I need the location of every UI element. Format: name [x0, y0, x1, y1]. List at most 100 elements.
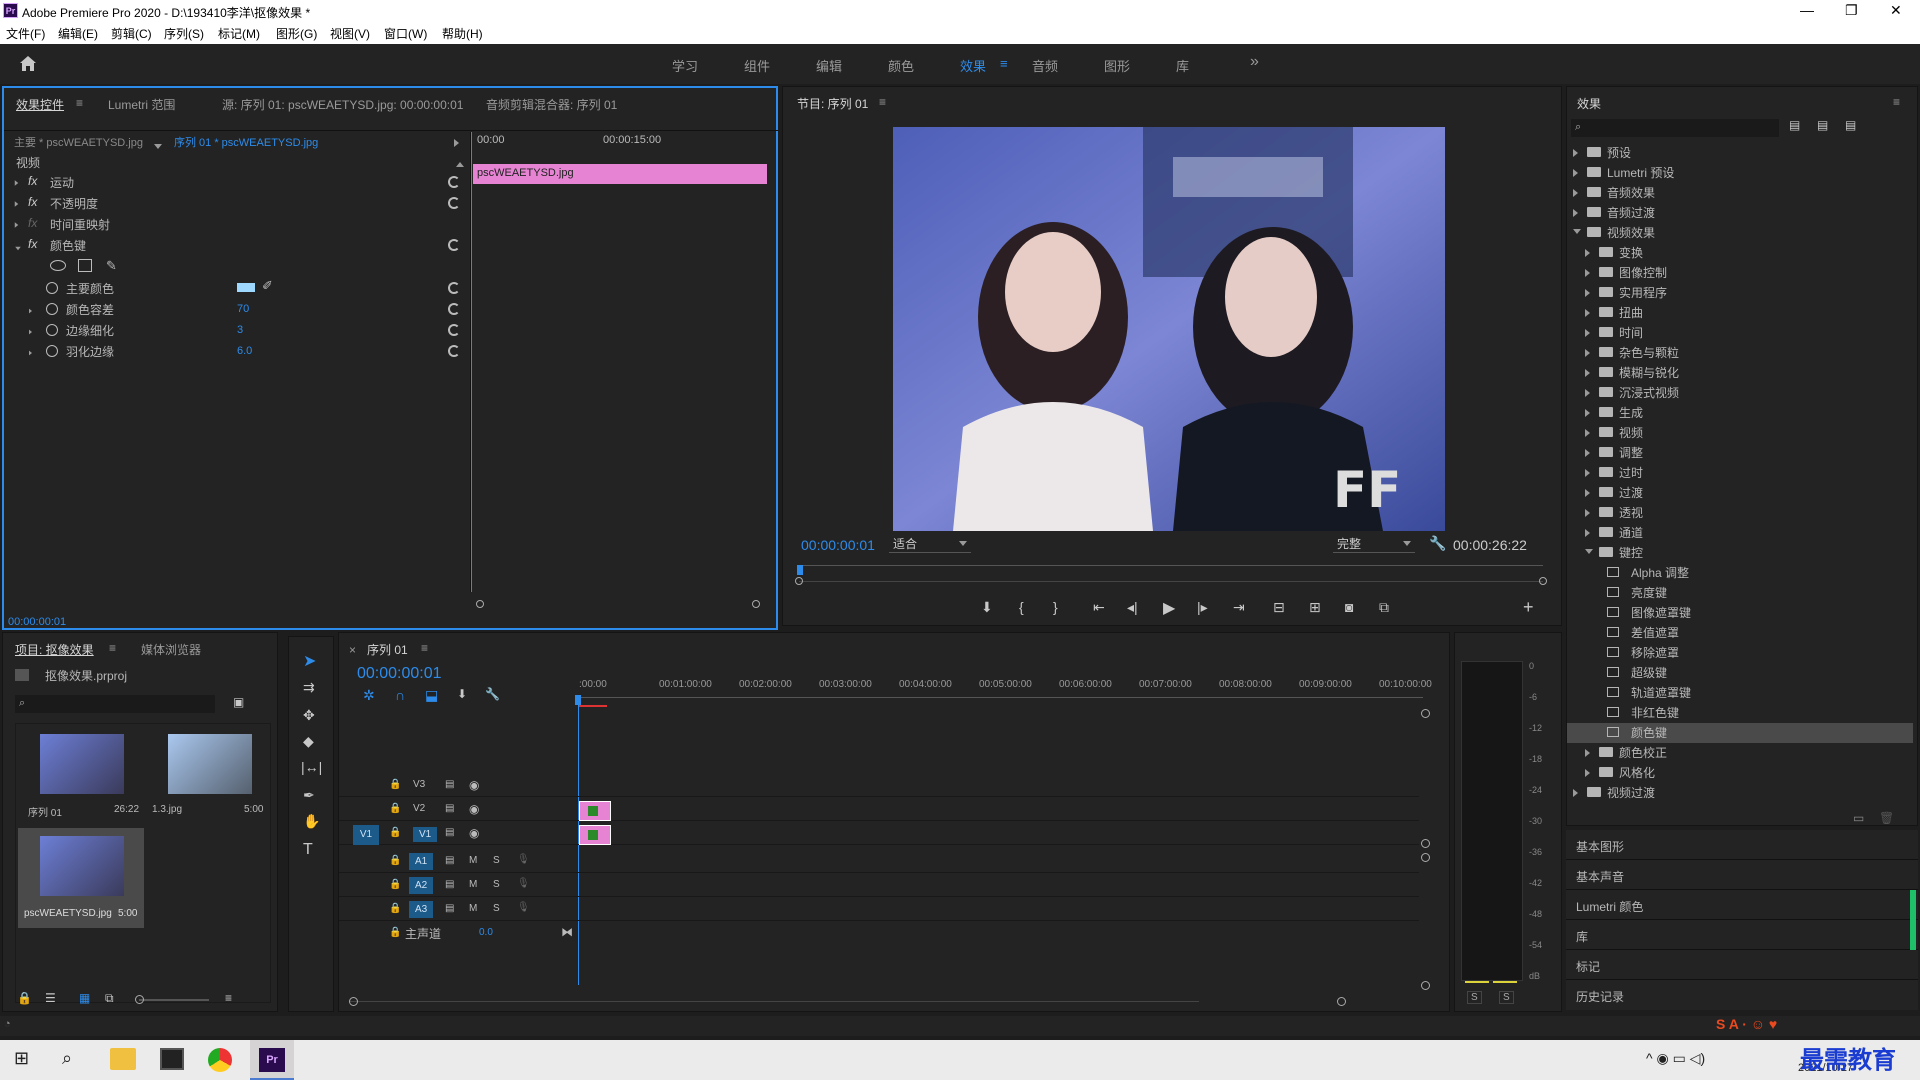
audio-track-target[interactable]: A1 — [409, 853, 434, 870]
clip-v2[interactable] — [579, 801, 611, 821]
delete-icon[interactable]: 🗑 — [1879, 811, 1894, 825]
menu-sequence[interactable]: 序列(S) — [164, 25, 204, 42]
clip-v1[interactable] — [579, 825, 611, 845]
linked-selection-icon[interactable]: ⬓ — [425, 687, 438, 704]
close-tab-icon[interactable]: × — [349, 643, 356, 657]
track-target[interactable]: V3 — [413, 779, 425, 790]
keying-effect[interactable]: 非红色键 — [1567, 703, 1913, 723]
video-effect-folder[interactable]: 扭曲 — [1567, 303, 1913, 323]
razor-icon[interactable]: ◆ — [303, 733, 314, 750]
sync-lock-icon[interactable]: ▤ — [445, 855, 454, 866]
menu-edit[interactable]: 编辑(E) — [58, 25, 98, 42]
lift-icon[interactable]: ⊟ — [1273, 599, 1285, 616]
workspace-graphics[interactable]: 图形 — [1104, 56, 1130, 75]
selection-tool-icon[interactable]: ➤ — [303, 651, 316, 671]
expand-icon[interactable] — [1585, 349, 1590, 357]
timeline-playhead-handle[interactable] — [575, 695, 581, 705]
keying-effect[interactable]: Alpha 调整 — [1567, 563, 1913, 583]
sync-lock-icon[interactable]: ▤ — [445, 827, 454, 838]
stopwatch-icon[interactable] — [46, 324, 58, 336]
collapse-icon[interactable] — [1573, 229, 1581, 234]
track-select-icon[interactable]: ⇉ — [303, 679, 315, 696]
panel-essential-sound[interactable]: 基本声音 — [1576, 868, 1624, 885]
expand-icon[interactable] — [1585, 749, 1590, 757]
keying-effect[interactable]: 超级键 — [1567, 663, 1913, 683]
expand-icon[interactable] — [1585, 289, 1590, 297]
timeline-ruler[interactable] — [577, 697, 1423, 698]
tab-effect-controls[interactable]: 效果控件 — [16, 96, 64, 113]
track-target[interactable]: V2 — [413, 803, 425, 814]
menu-view[interactable]: 视图(V) — [330, 25, 370, 42]
sync-lock-icon[interactable]: ▤ — [445, 903, 454, 914]
effects-search-input[interactable]: ⌕ — [1571, 119, 1779, 137]
stopwatch-icon[interactable] — [46, 282, 58, 294]
expand-icon[interactable] — [14, 180, 19, 186]
reset-icon[interactable] — [448, 239, 460, 251]
mini-clip-bar[interactable]: pscWEAETYSD.jpg — [473, 164, 767, 184]
tab-project[interactable]: 项目: 抠像效果 — [15, 641, 94, 658]
comparison-view-icon[interactable]: ⧉ — [1379, 599, 1389, 616]
panel-essential-graphics[interactable]: 基本图形 — [1576, 838, 1624, 855]
pen-mask-icon[interactable]: ✎ — [106, 258, 117, 274]
master-clip-label[interactable]: 主要 * pscWEAETYSD.jpg — [14, 134, 143, 150]
expand-icon[interactable] — [1585, 769, 1590, 777]
mute-button[interactable]: M — [469, 903, 477, 914]
workspace-assembly[interactable]: 组件 — [744, 56, 770, 75]
effects-title[interactable]: 效果 — [1577, 95, 1601, 112]
audio-track-target[interactable]: A2 — [409, 877, 434, 894]
expand-icon[interactable] — [1585, 269, 1590, 277]
effect-opacity[interactable]: 不透明度 — [50, 195, 98, 212]
windows-start-icon[interactable]: ⊞ — [14, 1048, 29, 1069]
v-scroll-handle[interactable] — [1421, 853, 1430, 862]
more-workspaces-icon[interactable]: » — [1250, 53, 1259, 71]
menu-markers[interactable]: 标记(M) — [218, 25, 260, 42]
expand-icon[interactable] — [1585, 529, 1590, 537]
mic-icon[interactable]: 🎙 — [517, 902, 530, 913]
reset-icon[interactable] — [448, 324, 460, 336]
reset-icon[interactable] — [448, 303, 460, 315]
reset-icon[interactable] — [448, 197, 460, 209]
video-frame[interactable]: FF — [893, 127, 1445, 531]
program-playhead[interactable] — [797, 565, 803, 575]
keying-effect[interactable]: 移除遮罩 — [1567, 643, 1913, 663]
expand-icon[interactable] — [1585, 369, 1590, 377]
lock-icon[interactable]: 🔒 — [389, 855, 401, 866]
zoom-bar[interactable] — [799, 581, 1543, 582]
zoom-slider[interactable] — [139, 999, 209, 1001]
sync-lock-icon[interactable]: ▤ — [445, 879, 454, 890]
h-scroll-handle[interactable] — [1337, 997, 1346, 1006]
program-title[interactable]: 节目: 序列 01 — [797, 95, 868, 112]
yuv-effects-icon[interactable]: ▤ — [1845, 118, 1856, 132]
play-only-icon[interactable] — [454, 139, 459, 147]
mini-timeline[interactable]: 00:00 00:00:15:00 pscWEAETYSD.jpg — [470, 132, 778, 592]
tab-media-browser[interactable]: 媒体浏览器 — [141, 641, 201, 658]
maximize-button[interactable]: ❐ — [1845, 2, 1858, 19]
expand-icon[interactable] — [1585, 329, 1590, 337]
time-ruler[interactable] — [799, 565, 1543, 566]
lock-icon[interactable]: 🔒 — [389, 827, 401, 838]
expand-icon[interactable] — [1573, 189, 1578, 197]
project-item[interactable]: 序列 01 26:22 — [18, 728, 142, 822]
master-end-icon[interactable]: ⧓ — [561, 925, 573, 939]
step-forward-icon[interactable]: |▸ — [1197, 599, 1208, 616]
program-menu-icon[interactable]: ≡ — [879, 95, 886, 109]
keying-effect[interactable]: 轨道遮罩键 — [1567, 683, 1913, 703]
workspace-libraries[interactable]: 库 — [1176, 56, 1189, 75]
photos-app-icon[interactable] — [160, 1048, 184, 1070]
expand-icon[interactable] — [1573, 169, 1578, 177]
eyedropper-icon[interactable]: ✐ — [262, 278, 273, 294]
fit-dropdown[interactable]: 适合 — [889, 535, 971, 553]
new-bin-icon[interactable]: ▭ — [1853, 811, 1864, 825]
keying-effect[interactable]: 差值遮罩 — [1567, 623, 1913, 643]
solo-button[interactable]: S — [493, 903, 500, 914]
effects-folder[interactable]: 视频过渡 — [1567, 783, 1913, 803]
expand-icon[interactable] — [1585, 469, 1590, 477]
video-effect-folder[interactable]: 颜色校正 — [1567, 743, 1913, 763]
effect-motion[interactable]: 运动 — [50, 174, 74, 191]
file-explorer-icon[interactable] — [110, 1048, 136, 1070]
play-icon[interactable]: ▶ — [1163, 598, 1175, 618]
video-effect-folder[interactable]: 过渡 — [1567, 483, 1913, 503]
scrollbar-thumb[interactable] — [1910, 890, 1916, 950]
solo-button[interactable]: S — [493, 855, 500, 866]
go-to-in-icon[interactable]: ⇤ — [1093, 599, 1105, 616]
